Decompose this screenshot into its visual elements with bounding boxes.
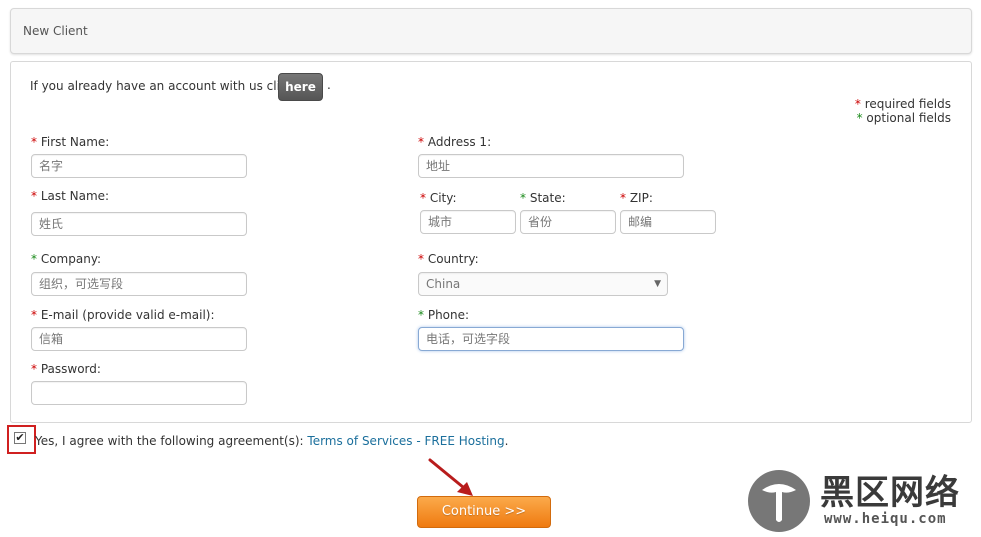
- country-select[interactable]: China ▼: [418, 272, 668, 296]
- terms-of-service-link[interactable]: Terms of Services - FREE Hosting: [307, 434, 504, 448]
- login-prompt-text: If you already have an account with us c…: [30, 79, 294, 93]
- required-star: *: [31, 308, 37, 322]
- watermark-url: www.heiqu.com: [824, 511, 947, 527]
- zip-placeholder: 邮编: [628, 215, 653, 229]
- password-input[interactable]: [31, 381, 247, 405]
- zip-label-text: ZIP:: [629, 191, 653, 205]
- zip-input[interactable]: 邮编: [620, 210, 716, 234]
- required-star: *: [420, 191, 426, 205]
- city-label: * City:: [420, 191, 457, 205]
- state-label: * State:: [520, 191, 566, 205]
- optional-star: *: [520, 191, 526, 205]
- email-input[interactable]: 信箱: [31, 327, 247, 351]
- city-input[interactable]: 城市: [420, 210, 516, 234]
- required-star: *: [854, 97, 861, 111]
- phone-label-text: Phone:: [427, 308, 470, 322]
- watermark-text: 黑区网络: [820, 473, 960, 513]
- dropdown-arrow-icon: ▼: [654, 279, 661, 289]
- watermark-circle: [748, 470, 810, 532]
- required-star: *: [418, 135, 424, 149]
- watermark-t-icon: [762, 484, 796, 522]
- company-label: * Company:: [31, 252, 101, 266]
- address1-label-text: Address 1:: [427, 135, 492, 149]
- agreement-text: Yes, I agree with the following agreemen…: [35, 434, 508, 448]
- zip-label: * ZIP:: [620, 191, 653, 205]
- panel-title: New Client: [23, 24, 88, 38]
- required-star: *: [31, 135, 37, 149]
- email-label: * E-mail (provide valid e-mail):: [31, 308, 215, 322]
- continue-button[interactable]: Continue >>: [417, 496, 551, 528]
- address1-label: * Address 1:: [418, 135, 491, 149]
- password-label-text: Password:: [40, 362, 101, 376]
- first-name-input[interactable]: 名字: [31, 154, 247, 178]
- optional-legend: * optional fields: [751, 111, 951, 125]
- here-button[interactable]: here: [278, 73, 323, 101]
- phone-placeholder: 电话，可选字段: [426, 332, 511, 346]
- optional-star: *: [856, 111, 863, 125]
- required-star: *: [620, 191, 626, 205]
- last-name-label-text: Last Name:: [40, 189, 110, 203]
- state-placeholder: 省份: [528, 215, 553, 229]
- first-name-label: * First Name:: [31, 135, 109, 149]
- panel-header: New Client: [10, 8, 972, 54]
- phone-input[interactable]: 电话，可选字段: [418, 327, 684, 351]
- agreement-label: Yes, I agree with the following agreemen…: [35, 434, 304, 448]
- city-label-text: City:: [429, 191, 457, 205]
- country-label: * Country:: [418, 252, 479, 266]
- agreement-checkbox[interactable]: ✔: [14, 432, 26, 444]
- last-name-label: * Last Name:: [31, 189, 109, 203]
- first-name-label-text: First Name:: [40, 135, 110, 149]
- company-label-text: Company:: [40, 252, 102, 266]
- optional-star: *: [31, 252, 37, 266]
- country-label-text: Country:: [427, 252, 479, 266]
- last-name-placeholder: 姓氏: [39, 217, 64, 231]
- agreement-period: .: [504, 434, 509, 448]
- optional-legend-text: optional fields: [866, 111, 951, 125]
- first-name-placeholder: 名字: [39, 159, 64, 173]
- last-name-input[interactable]: 姓氏: [31, 212, 247, 236]
- company-placeholder: 组织，可选写段: [39, 277, 124, 291]
- required-legend: * required fields: [751, 97, 951, 111]
- email-placeholder: 信箱: [39, 332, 64, 346]
- required-star: *: [418, 252, 424, 266]
- phone-label: * Phone:: [418, 308, 469, 322]
- address1-input[interactable]: 地址: [418, 154, 684, 178]
- watermark-logo: 黑区网络 www.heiqu.com: [748, 470, 978, 532]
- state-label-text: State:: [529, 191, 566, 205]
- state-input[interactable]: 省份: [520, 210, 616, 234]
- login-prompt-period: .: [327, 78, 331, 92]
- country-selected-value: China: [426, 277, 461, 291]
- address1-placeholder: 地址: [426, 159, 451, 173]
- required-star: *: [31, 189, 37, 203]
- required-star: *: [31, 362, 37, 376]
- city-placeholder: 城市: [428, 215, 453, 229]
- optional-star: *: [418, 308, 424, 322]
- required-legend-text: required fields: [864, 97, 951, 111]
- company-input[interactable]: 组织，可选写段: [31, 272, 247, 296]
- email-label-text: E-mail (provide valid e-mail):: [40, 308, 215, 322]
- password-label: * Password:: [31, 362, 101, 376]
